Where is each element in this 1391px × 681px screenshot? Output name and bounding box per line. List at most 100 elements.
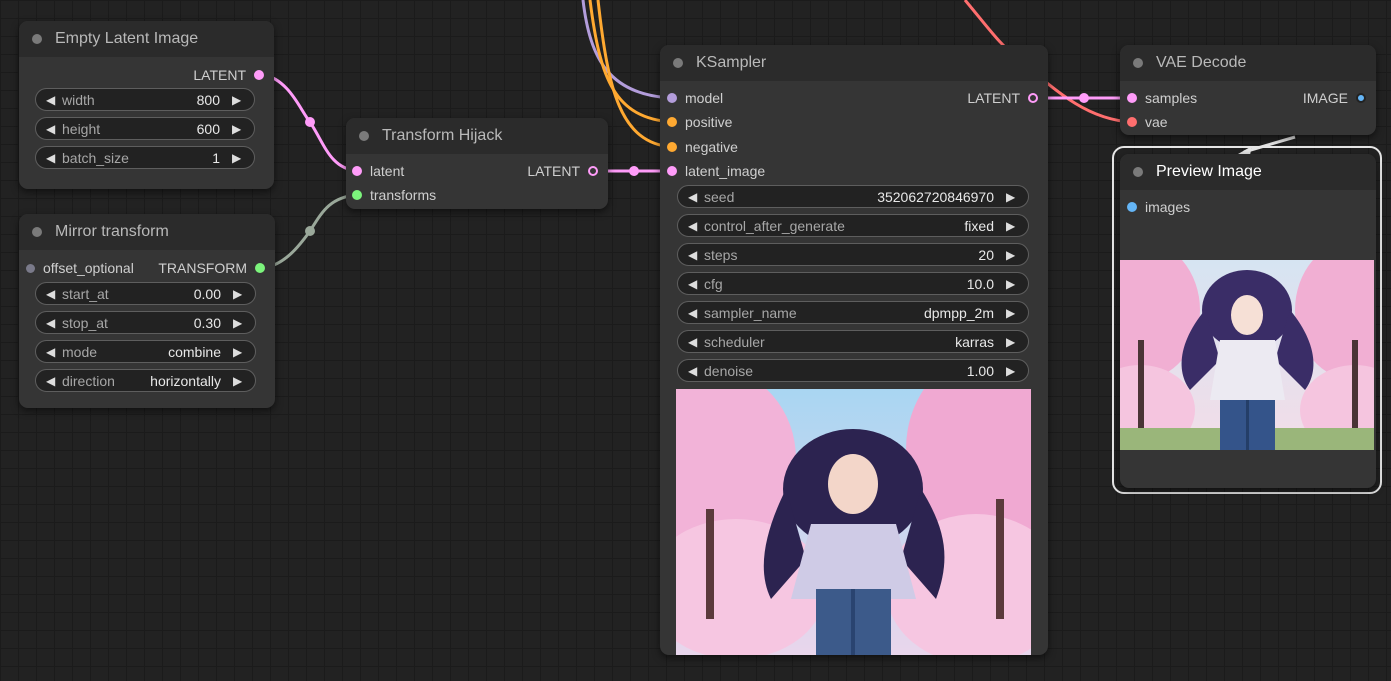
- input-port-icon[interactable]: [667, 166, 677, 176]
- input-port-icon[interactable]: [667, 142, 677, 152]
- widget-value: horizontally: [150, 372, 221, 389]
- mirror-transform-node[interactable]: Mirror transform offset_optional TRANSFO…: [19, 214, 275, 408]
- widget-seed[interactable]: ◀ seed 352062720846970 ▶: [677, 185, 1029, 208]
- input-port-icon[interactable]: [26, 263, 35, 273]
- input-port-icon[interactable]: [1127, 117, 1137, 127]
- output-image[interactable]: IMAGE: [1303, 88, 1366, 108]
- widget-label: steps: [704, 246, 738, 263]
- input-transforms[interactable]: transforms: [352, 185, 436, 205]
- transform-hijack-node[interactable]: Transform Hijack latent transforms LATEN…: [346, 118, 608, 209]
- arrow-left-icon[interactable]: ◀: [688, 190, 700, 204]
- output-latent[interactable]: LATENT: [193, 65, 264, 85]
- arrow-right-icon[interactable]: ▶: [233, 316, 245, 330]
- node-title[interactable]: KSampler: [660, 45, 1048, 81]
- preview-image-node[interactable]: Preview Image images: [1120, 154, 1376, 488]
- arrow-right-icon[interactable]: ▶: [1006, 335, 1018, 349]
- output-label: IMAGE: [1302, 90, 1348, 106]
- input-port-icon[interactable]: [352, 190, 362, 200]
- arrow-left-icon[interactable]: ◀: [46, 93, 58, 107]
- output-label: LATENT: [193, 67, 246, 83]
- widget-start-at[interactable]: ◀ start_at 0.00 ▶: [35, 282, 256, 305]
- widget-stop-at[interactable]: ◀ stop_at 0.30 ▶: [35, 311, 256, 334]
- widget-scheduler[interactable]: ◀ scheduler karras ▶: [677, 330, 1029, 353]
- arrow-right-icon[interactable]: ▶: [1006, 364, 1018, 378]
- collapse-dot-icon[interactable]: [32, 34, 42, 44]
- arrow-left-icon[interactable]: ◀: [688, 248, 700, 262]
- widget-value: 1.00: [966, 362, 994, 379]
- arrow-left-icon[interactable]: ◀: [46, 316, 58, 330]
- input-port-icon[interactable]: [667, 93, 677, 103]
- arrow-left-icon[interactable]: ◀: [688, 219, 700, 233]
- arrow-right-icon[interactable]: ▶: [232, 93, 244, 107]
- ksampler-node[interactable]: KSampler model positive negative latent_…: [660, 45, 1048, 655]
- output-port-icon[interactable]: [588, 166, 598, 176]
- input-port-icon[interactable]: [352, 166, 362, 176]
- empty-latent-image-node[interactable]: Empty Latent Image LATENT ◀ width 800 ▶ …: [19, 21, 274, 189]
- arrow-left-icon[interactable]: ◀: [46, 345, 58, 359]
- arrow-right-icon[interactable]: ▶: [1006, 190, 1018, 204]
- arrow-right-icon[interactable]: ▶: [233, 374, 245, 388]
- input-latent-image[interactable]: latent_image: [667, 161, 765, 181]
- arrow-left-icon[interactable]: ◀: [46, 287, 58, 301]
- input-port-icon[interactable]: [1127, 202, 1137, 212]
- input-latent[interactable]: latent: [352, 161, 404, 181]
- arrow-left-icon[interactable]: ◀: [688, 306, 700, 320]
- output-transform[interactable]: TRANSFORM: [158, 258, 265, 278]
- input-negative[interactable]: negative: [667, 137, 738, 157]
- arrow-left-icon[interactable]: ◀: [46, 151, 58, 165]
- arrow-right-icon[interactable]: ▶: [1006, 219, 1018, 233]
- widget-batch-size[interactable]: ◀ batch_size 1 ▶: [35, 146, 255, 169]
- vae-decode-node[interactable]: VAE Decode samples vae IMAGE: [1120, 45, 1376, 135]
- arrow-left-icon[interactable]: ◀: [688, 277, 700, 291]
- arrow-left-icon[interactable]: ◀: [46, 374, 58, 388]
- arrow-right-icon[interactable]: ▶: [1006, 248, 1018, 262]
- collapse-dot-icon[interactable]: [1133, 167, 1143, 177]
- input-vae[interactable]: vae: [1127, 112, 1168, 132]
- input-port-icon[interactable]: [1127, 93, 1137, 103]
- arrow-left-icon[interactable]: ◀: [688, 364, 700, 378]
- collapse-dot-icon[interactable]: [673, 58, 683, 68]
- output-port-icon[interactable]: [255, 263, 265, 273]
- widget-cfg[interactable]: ◀ cfg 10.0 ▶: [677, 272, 1029, 295]
- arrow-left-icon[interactable]: ◀: [46, 122, 58, 136]
- arrow-right-icon[interactable]: ▶: [233, 287, 245, 301]
- input-positive[interactable]: positive: [667, 112, 732, 132]
- widget-width[interactable]: ◀ width 800 ▶: [35, 88, 255, 111]
- arrow-right-icon[interactable]: ▶: [1006, 306, 1018, 320]
- widget-height[interactable]: ◀ height 600 ▶: [35, 117, 255, 140]
- output-port-icon[interactable]: [1028, 93, 1038, 103]
- widget-control-after-generate[interactable]: ◀ control_after_generate fixed ▶: [677, 214, 1029, 237]
- collapse-dot-icon[interactable]: [359, 131, 369, 141]
- node-title[interactable]: Preview Image: [1120, 154, 1376, 190]
- collapse-dot-icon[interactable]: [32, 227, 42, 237]
- node-title[interactable]: Empty Latent Image: [19, 21, 274, 57]
- output-port-icon[interactable]: [1356, 93, 1366, 103]
- widget-label: control_after_generate: [704, 217, 845, 234]
- input-model[interactable]: model: [667, 88, 723, 108]
- widget-direction[interactable]: ◀ direction horizontally ▶: [35, 369, 256, 392]
- node-title[interactable]: VAE Decode: [1120, 45, 1376, 81]
- output-port-icon[interactable]: [254, 70, 264, 80]
- arrow-right-icon[interactable]: ▶: [232, 151, 244, 165]
- widget-denoise[interactable]: ◀ denoise 1.00 ▶: [677, 359, 1029, 382]
- arrow-right-icon[interactable]: ▶: [1006, 277, 1018, 291]
- widget-mode[interactable]: ◀ mode combine ▶: [35, 340, 256, 363]
- input-port-icon[interactable]: [667, 117, 677, 127]
- arrow-right-icon[interactable]: ▶: [232, 122, 244, 136]
- widget-value: combine: [168, 343, 221, 360]
- arrow-right-icon[interactable]: ▶: [233, 345, 245, 359]
- input-samples[interactable]: samples: [1127, 88, 1197, 108]
- input-offset-optional[interactable]: offset_optional: [26, 258, 134, 278]
- collapse-dot-icon[interactable]: [1133, 58, 1143, 68]
- node-title-text: Preview Image: [1156, 163, 1262, 180]
- widget-steps[interactable]: ◀ steps 20 ▶: [677, 243, 1029, 266]
- output-latent[interactable]: LATENT: [967, 88, 1038, 108]
- output-latent[interactable]: LATENT: [527, 161, 598, 181]
- node-title[interactable]: Transform Hijack: [346, 118, 608, 154]
- arrow-left-icon[interactable]: ◀: [688, 335, 700, 349]
- node-graph-canvas[interactable]: Empty Latent Image LATENT ◀ width 800 ▶ …: [0, 0, 1391, 681]
- input-images[interactable]: images: [1127, 197, 1190, 217]
- widget-sampler-name[interactable]: ◀ sampler_name dpmpp_2m ▶: [677, 301, 1029, 324]
- preview-output-image: [1120, 260, 1374, 450]
- node-title[interactable]: Mirror transform: [19, 214, 275, 250]
